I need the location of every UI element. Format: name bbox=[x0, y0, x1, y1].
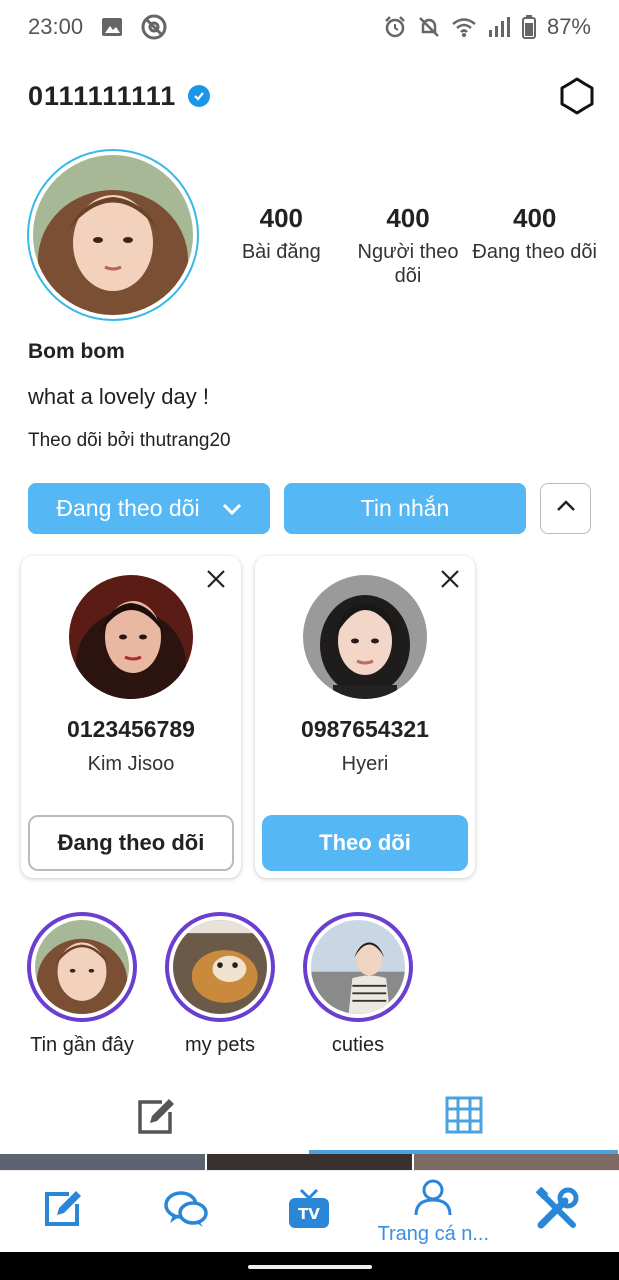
alarm-icon bbox=[383, 15, 407, 39]
suggestion-card: 0123456789 Kim Jisoo Đang theo dõi bbox=[21, 556, 241, 878]
username: 0111111111 bbox=[28, 80, 177, 111]
profile-stats: 400 Bài đăng 400 Người theo dõi 400 Đang… bbox=[218, 203, 598, 288]
highlight-ring bbox=[165, 912, 275, 1022]
profile-avatar[interactable] bbox=[27, 149, 199, 321]
chevron-down-icon bbox=[222, 495, 242, 522]
tab-edit[interactable] bbox=[0, 1084, 309, 1154]
bio-text: what a lovely day ! bbox=[28, 384, 209, 409]
post-grid-preview bbox=[0, 1154, 619, 1170]
stat-number: 400 bbox=[512, 203, 557, 233]
following-button[interactable]: Đang theo dõi bbox=[28, 483, 270, 534]
following-button-label: Đang theo dõi bbox=[56, 495, 200, 521]
profile-icon bbox=[413, 1178, 453, 1221]
system-navigation-bar bbox=[0, 1252, 619, 1280]
image-notification-icon bbox=[101, 16, 123, 38]
collapse-suggestions-button[interactable] bbox=[540, 483, 591, 534]
suggestion-display-name: Hyeri bbox=[341, 753, 389, 775]
suggestion-username: 0123456789 bbox=[67, 716, 195, 742]
grid-icon bbox=[445, 1096, 483, 1139]
profile-photo bbox=[33, 155, 193, 315]
highlight-label: my pets bbox=[184, 1034, 256, 1056]
full-name: Bom bom bbox=[28, 340, 125, 363]
stat-followers[interactable]: 400 Người theo dõi bbox=[345, 203, 472, 288]
profile-header: 0111111111 bbox=[28, 74, 597, 118]
chevron-up-icon bbox=[556, 499, 576, 518]
story-highlight[interactable]: cuties bbox=[302, 912, 414, 1057]
highlight-cover bbox=[35, 920, 129, 1014]
story-highlight[interactable]: Tin gần đây bbox=[26, 912, 138, 1057]
close-icon[interactable] bbox=[439, 568, 461, 590]
nav-profile-label: Trang cá n... bbox=[377, 1222, 490, 1245]
highlight-ring bbox=[303, 912, 413, 1022]
home-indicator[interactable] bbox=[248, 1265, 372, 1269]
nav-compose[interactable] bbox=[0, 1171, 124, 1252]
highlight-cover bbox=[173, 920, 267, 1014]
stat-number: 400 bbox=[259, 203, 304, 233]
highlight-ring bbox=[27, 912, 137, 1022]
at-sign-icon bbox=[141, 14, 167, 40]
tab-grid[interactable] bbox=[309, 1084, 618, 1154]
message-button[interactable]: Tin nhắn bbox=[284, 483, 526, 534]
post-thumbnail[interactable] bbox=[207, 1154, 412, 1170]
suggestion-following-button[interactable]: Đang theo dõi bbox=[28, 815, 234, 871]
stat-label: Người theo dõi bbox=[357, 241, 459, 287]
nav-messages[interactable] bbox=[124, 1171, 248, 1252]
verified-badge-icon bbox=[188, 85, 211, 107]
stat-posts[interactable]: 400 Bài đăng bbox=[218, 203, 345, 288]
tv-icon: TV bbox=[287, 1188, 331, 1235]
post-thumbnail[interactable] bbox=[414, 1154, 619, 1170]
suggestion-avatar[interactable] bbox=[69, 575, 193, 699]
mute-icon bbox=[417, 15, 441, 39]
battery-icon bbox=[521, 15, 537, 39]
stat-label: Bài đăng bbox=[241, 241, 321, 263]
suggestion-display-name: Kim Jisoo bbox=[87, 753, 175, 775]
action-buttons: Đang theo dõi Tin nhắn bbox=[28, 483, 591, 534]
suggestion-card: 0987654321 Hyeri Theo dõi bbox=[255, 556, 475, 878]
highlight-label: cuties bbox=[331, 1034, 385, 1056]
nav-tv[interactable]: TV bbox=[248, 1171, 372, 1252]
wifi-icon bbox=[451, 16, 477, 38]
followed-by-text[interactable]: Theo dõi bởi thutrang20 bbox=[28, 430, 231, 452]
story-highlight[interactable]: my pets bbox=[164, 912, 276, 1057]
highlight-label: Tin gần đây bbox=[30, 1034, 134, 1056]
compose-icon bbox=[41, 1188, 83, 1235]
status-time: 23:00 bbox=[28, 14, 84, 39]
nav-tools[interactable] bbox=[495, 1171, 619, 1252]
nav-profile[interactable]: Trang cá n... bbox=[371, 1171, 495, 1252]
edit-icon bbox=[134, 1096, 176, 1143]
tools-icon bbox=[535, 1186, 579, 1236]
highlight-cover bbox=[311, 920, 405, 1014]
suggestion-username: 0987654321 bbox=[301, 716, 429, 742]
battery-percent: 87% bbox=[546, 14, 591, 39]
profile-tabs bbox=[0, 1084, 619, 1154]
close-icon[interactable] bbox=[205, 568, 227, 590]
message-button-label: Tin nhắn bbox=[360, 495, 450, 521]
stat-following[interactable]: 400 Đang theo dõi bbox=[471, 203, 598, 288]
signal-icon bbox=[487, 16, 511, 38]
settings-icon[interactable] bbox=[557, 76, 597, 116]
stat-number: 400 bbox=[386, 203, 430, 233]
svg-text:TV: TV bbox=[299, 1205, 321, 1223]
suggestion-avatar[interactable] bbox=[303, 575, 427, 699]
suggestion-follow-button[interactable]: Theo dõi bbox=[262, 815, 468, 871]
chat-icon bbox=[163, 1189, 209, 1234]
bottom-nav: TV Trang cá n... bbox=[0, 1170, 619, 1252]
post-thumbnail[interactable] bbox=[0, 1154, 205, 1170]
stat-label: Đang theo dõi bbox=[472, 241, 597, 263]
status-bar: 23:00 87% bbox=[0, 0, 619, 54]
